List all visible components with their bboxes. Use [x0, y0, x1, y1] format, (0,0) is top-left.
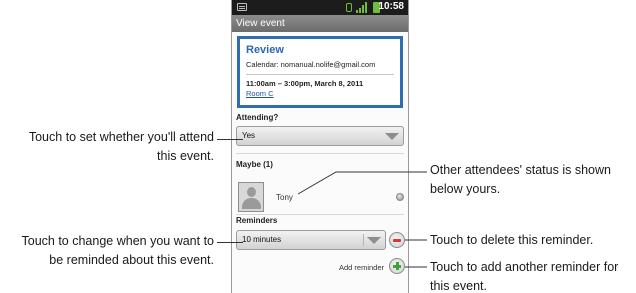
reminder-value: 10 minutes: [242, 235, 282, 244]
screen-title: View event: [232, 15, 408, 32]
event-calendar: Calendar: nomanual.nolife@gmail.com: [246, 60, 376, 69]
add-reminder-button[interactable]: [389, 258, 405, 274]
attending-dropdown[interactable]: Yes: [236, 126, 404, 146]
maybe-label: Maybe (1): [236, 160, 273, 169]
dropdown-arrow-icon: [367, 237, 381, 244]
callout-delete-line1: Touch to delete this reminder.: [430, 233, 594, 247]
delete-reminder-button[interactable]: [389, 232, 405, 248]
callout-add: Touch to add another reminder for this e…: [430, 258, 636, 293]
section-divider: [236, 153, 404, 154]
leader-line-attend: [217, 139, 243, 140]
callout-others-line2: below yours.: [430, 182, 501, 196]
status-bar: 10:58: [232, 0, 408, 15]
callout-others: Other attendees' status is shown below y…: [430, 161, 636, 199]
notification-icon: [237, 3, 247, 11]
attending-label: Attending?: [236, 113, 279, 122]
event-room-link[interactable]: Room C: [246, 89, 394, 98]
callout-attend-line1: Touch to set whether you'll attend: [28, 130, 214, 144]
leader-line-change: [217, 242, 243, 243]
signal-icon: [356, 2, 368, 13]
section-divider: [236, 214, 404, 215]
event-time: 11:00am – 3:00pm, March 8, 2011: [246, 79, 364, 88]
sync-icon: [346, 3, 352, 12]
callout-delete: Touch to delete this reminder.: [430, 231, 636, 250]
status-dot-icon: [396, 193, 404, 201]
callout-attend-line2: this event.: [157, 149, 214, 163]
callout-add-line2: this event.: [430, 279, 487, 293]
add-reminder-label: Add reminder: [338, 263, 384, 272]
callout-change: Touch to change when you want to be remi…: [0, 232, 215, 270]
attendee-row[interactable]: Tony: [236, 182, 406, 212]
callout-change-line2: be reminded about this event.: [49, 253, 214, 267]
attendee-name: Tony: [276, 193, 293, 202]
status-time: 10:58: [378, 1, 404, 12]
attending-value: Yes: [242, 131, 256, 140]
avatar: [238, 182, 264, 212]
event-title: Review: [246, 44, 284, 56]
event-details-card: Review Calendar: nomanual.nolife@gmail.c…: [237, 36, 403, 108]
phone-screen: 10:58 View event Review Calendar: nomanu…: [231, 0, 409, 293]
dropdown-arrow-icon: [385, 133, 399, 140]
callout-change-line1: Touch to change when you want to: [21, 234, 215, 248]
callout-others-line1: Other attendees' status is shown: [430, 163, 611, 177]
callout-attend: Touch to set whether you'll attend this …: [0, 128, 214, 166]
reminder-dropdown[interactable]: 10 minutes: [236, 230, 386, 250]
minus-icon: [393, 239, 401, 242]
event-divider: [246, 74, 394, 75]
reminders-label: Reminders: [236, 216, 278, 225]
callout-add-line1: Touch to add another reminder for: [430, 260, 619, 274]
